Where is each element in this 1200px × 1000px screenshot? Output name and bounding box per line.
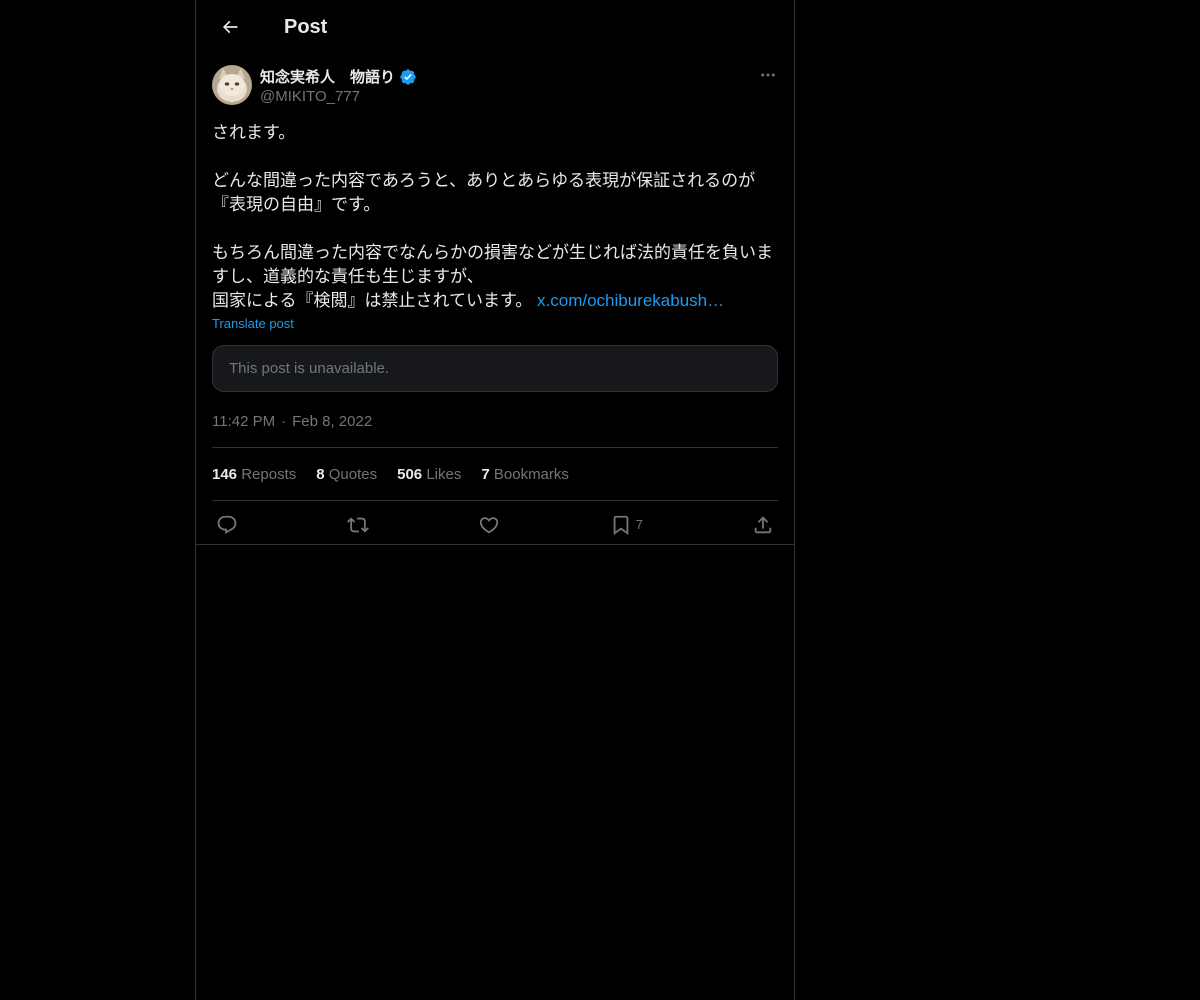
avatar[interactable] (212, 65, 252, 105)
translate-post-link[interactable]: Translate post (212, 316, 294, 331)
post-date[interactable]: Feb 8, 2022 (292, 413, 372, 430)
more-button[interactable] (758, 65, 778, 85)
post-stats: 146 Reposts 8 Quotes 506 Likes 7 Bookmar… (212, 448, 778, 500)
name-line: 知念実希人 物語り (260, 66, 417, 87)
post: 知念実希人 物語り @MIKITO_777 されます。 どんな間違った内容であろ… (196, 54, 794, 548)
arrow-left-icon (222, 20, 238, 34)
post-text-main: されます。 どんな間違った内容であろうと、ありとあらゆる表現が保証されるのが『表… (212, 123, 773, 310)
stat-number: 146 (212, 465, 238, 483)
stat-label: Reposts (241, 465, 297, 483)
post-bottom-border (196, 544, 794, 545)
main-column: Post 知念実希人 物語り @MIKITO_777 されます。 どんな間違った… (195, 0, 795, 1000)
post-header: Post (196, 0, 794, 54)
repost-button[interactable] (347, 514, 370, 536)
share-button[interactable] (752, 514, 774, 536)
stat-number: 506 (397, 465, 423, 483)
post-text: されます。 どんな間違った内容であろうと、ありとあらゆる表現が保証されるのが『表… (212, 121, 782, 313)
stat-bookmarks[interactable]: 7 Bookmarks (481, 466, 569, 483)
action-bar: 7 (212, 501, 778, 548)
page-title: Post (284, 15, 328, 38)
stat-label: Likes (426, 465, 462, 483)
stat-likes[interactable]: 506 Likes (397, 466, 461, 483)
reply-icon (217, 515, 237, 534)
stat-number: 8 (316, 465, 325, 483)
author-info: 知念実希人 物語り @MIKITO_777 (260, 66, 417, 105)
display-name[interactable]: 知念実希人 物語り (260, 66, 395, 87)
post-timestamp: 11:42 PM · Feb 8, 2022 (212, 411, 778, 431)
heart-icon (480, 516, 499, 533)
stat-reposts[interactable]: 146 Reposts (212, 466, 296, 483)
post-link[interactable]: x.com/ochiburekabush… (537, 291, 724, 310)
stat-label: Bookmarks (493, 465, 569, 483)
share-icon (754, 515, 772, 533)
author-row: 知念実希人 物語り @MIKITO_777 (212, 64, 778, 114)
quoted-post-unavailable: This post is unavailable. (212, 345, 778, 392)
stat-number: 7 (481, 465, 490, 483)
back-button[interactable] (213, 10, 247, 44)
bookmark-button[interactable]: 7 (610, 514, 643, 536)
stat-label: Quotes (328, 465, 378, 483)
bookmark-icon (613, 515, 628, 535)
reply-button[interactable] (216, 514, 238, 536)
more-icon (761, 73, 775, 77)
unavailable-text: This post is unavailable. (229, 360, 390, 377)
repost-icon (347, 517, 370, 532)
bookmark-count: 7 (635, 517, 643, 532)
post-time[interactable]: 11:42 PM (212, 413, 275, 430)
verified-badge-icon (400, 68, 416, 85)
cat-avatar-icon (212, 65, 252, 105)
handle[interactable]: @MIKITO_777 (260, 88, 417, 105)
meta-separator: · (281, 412, 287, 430)
stat-quotes[interactable]: 8 Quotes (316, 466, 377, 483)
like-button[interactable] (478, 514, 500, 536)
